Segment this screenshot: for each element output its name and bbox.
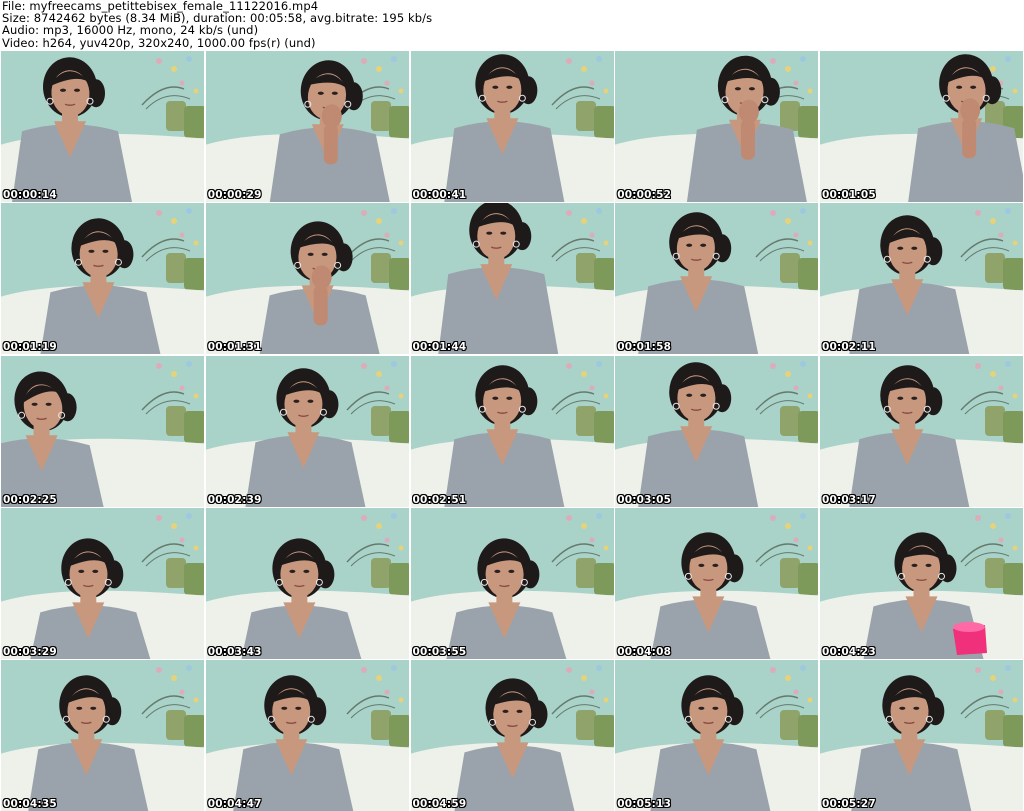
thumbnail-frame-image <box>820 51 1023 202</box>
video-thumbnail: 00:03:55 <box>410 507 614 659</box>
video-thumbnail: 00:00:52 <box>615 51 819 202</box>
thumbnail-frame-image <box>615 507 819 659</box>
thumbnail-timestamp: 00:00:52 <box>617 189 672 201</box>
video-thumbnail: 00:04:59 <box>410 660 614 811</box>
thumbnail-timestamp: 00:04:59 <box>412 798 467 810</box>
video-thumbnail: 00:02:39 <box>205 355 409 507</box>
video-thumbnail: 00:05:27 <box>820 660 1023 811</box>
thumbnail-frame-image <box>1 203 204 355</box>
thumbnail-timestamp: 00:04:47 <box>207 798 262 810</box>
thumbnail-frame-image <box>1 660 204 811</box>
thumbnail-frame-image <box>820 507 1023 659</box>
thumbnail-frame-image <box>1 51 204 202</box>
video-info-line: Video: h264, yuv420p, 320x240, 1000.00 f… <box>2 35 316 50</box>
thumbnail-timestamp: 00:03:55 <box>412 645 467 658</box>
thumbnail-frame-image <box>820 355 1023 507</box>
video-thumbnail: 00:00:41 <box>410 51 614 202</box>
thumbnail-frame-image <box>205 355 409 507</box>
video-thumbnail: 00:03:43 <box>205 507 409 659</box>
video-thumbnail: 00:01:58 <box>615 203 819 355</box>
audio-info-line: Audio: mp3, 16000 Hz, mono, 24 kb/s (und… <box>2 23 259 38</box>
video-thumbnail: 00:03:29 <box>1 507 204 659</box>
video-thumbnail: 00:01:19 <box>1 203 204 355</box>
thumbnail-timestamp: 00:03:29 <box>3 645 57 658</box>
thumbnail-frame-image <box>205 660 409 811</box>
thumbnail-timestamp: 00:05:13 <box>617 798 672 810</box>
thumbnail-timestamp: 00:03:17 <box>822 493 876 506</box>
thumbnail-timestamp: 00:01:58 <box>617 341 672 354</box>
thumbnail-timestamp: 00:00:41 <box>412 189 467 201</box>
thumbnail-frame-image <box>615 355 819 507</box>
video-thumbnail: 00:01:44 <box>410 203 614 355</box>
file-info-header: File: myfreecams_petittebisex_female_111… <box>2 0 1022 50</box>
thumbnail-frame-image <box>1 507 204 659</box>
thumbnail-timestamp: 00:00:29 <box>207 189 262 201</box>
thumbnail-frame-image <box>205 51 409 202</box>
video-thumbnail: 00:00:29 <box>205 51 409 202</box>
thumbnail-frame-image <box>205 507 409 659</box>
thumbnail-grid: 00:00:14 00:00:29 00:00:41 00:00:52 00:0… <box>1 51 1023 811</box>
thumbnail-frame-image <box>615 203 819 355</box>
thumbnail-frame-image <box>410 355 614 507</box>
video-thumbnail: 00:02:51 <box>410 355 614 507</box>
thumbnail-timestamp: 00:02:39 <box>207 493 262 506</box>
video-thumbnail: 00:03:05 <box>615 355 819 507</box>
thumbnail-timestamp: 00:04:23 <box>822 645 876 658</box>
thumbnail-timestamp: 00:03:05 <box>617 493 672 506</box>
video-thumbnail: 00:04:47 <box>205 660 409 811</box>
thumbnail-frame-image <box>615 51 819 202</box>
thumbnail-timestamp: 00:01:05 <box>822 189 876 201</box>
thumbnail-timestamp: 00:02:11 <box>822 341 876 354</box>
video-thumbnail: 00:03:17 <box>820 355 1023 507</box>
thumbnail-frame-image <box>820 660 1023 811</box>
thumbnail-timestamp: 00:04:08 <box>617 645 672 658</box>
thumbnail-timestamp: 00:02:51 <box>412 493 467 506</box>
thumbnail-frame-image <box>410 51 614 202</box>
video-thumbnail: 00:02:25 <box>1 355 204 507</box>
thumbnail-timestamp: 00:01:44 <box>412 341 467 354</box>
thumbnail-frame-image <box>410 660 614 811</box>
video-thumbnail: 00:04:08 <box>615 507 819 659</box>
thumbnail-timestamp: 00:02:25 <box>3 493 57 506</box>
thumbnail-timestamp: 00:05:27 <box>822 798 876 810</box>
video-thumbnail: 00:02:11 <box>820 203 1023 355</box>
thumbnail-timestamp: 00:00:14 <box>3 189 57 201</box>
thumbnail-frame-image <box>410 507 614 659</box>
thumbnail-frame-image <box>410 203 614 355</box>
thumbnail-timestamp: 00:03:43 <box>207 645 262 658</box>
thumbnail-frame-image <box>205 203 409 355</box>
video-thumbnail: 00:05:13 <box>615 660 819 811</box>
video-thumbnail: 00:00:14 <box>1 51 204 202</box>
video-thumbnail: 00:01:31 <box>205 203 409 355</box>
video-thumbnail: 00:01:05 <box>820 51 1023 202</box>
thumbnail-timestamp: 00:01:19 <box>3 341 57 354</box>
thumbnail-timestamp: 00:01:31 <box>207 341 262 354</box>
thumbnail-frame-image <box>1 355 204 507</box>
thumbnail-frame-image <box>820 203 1023 355</box>
video-thumbnail: 00:04:23 <box>820 507 1023 659</box>
video-thumbnail: 00:04:35 <box>1 660 204 811</box>
thumbnail-timestamp: 00:04:35 <box>3 798 57 810</box>
thumbnail-frame-image <box>615 660 819 811</box>
